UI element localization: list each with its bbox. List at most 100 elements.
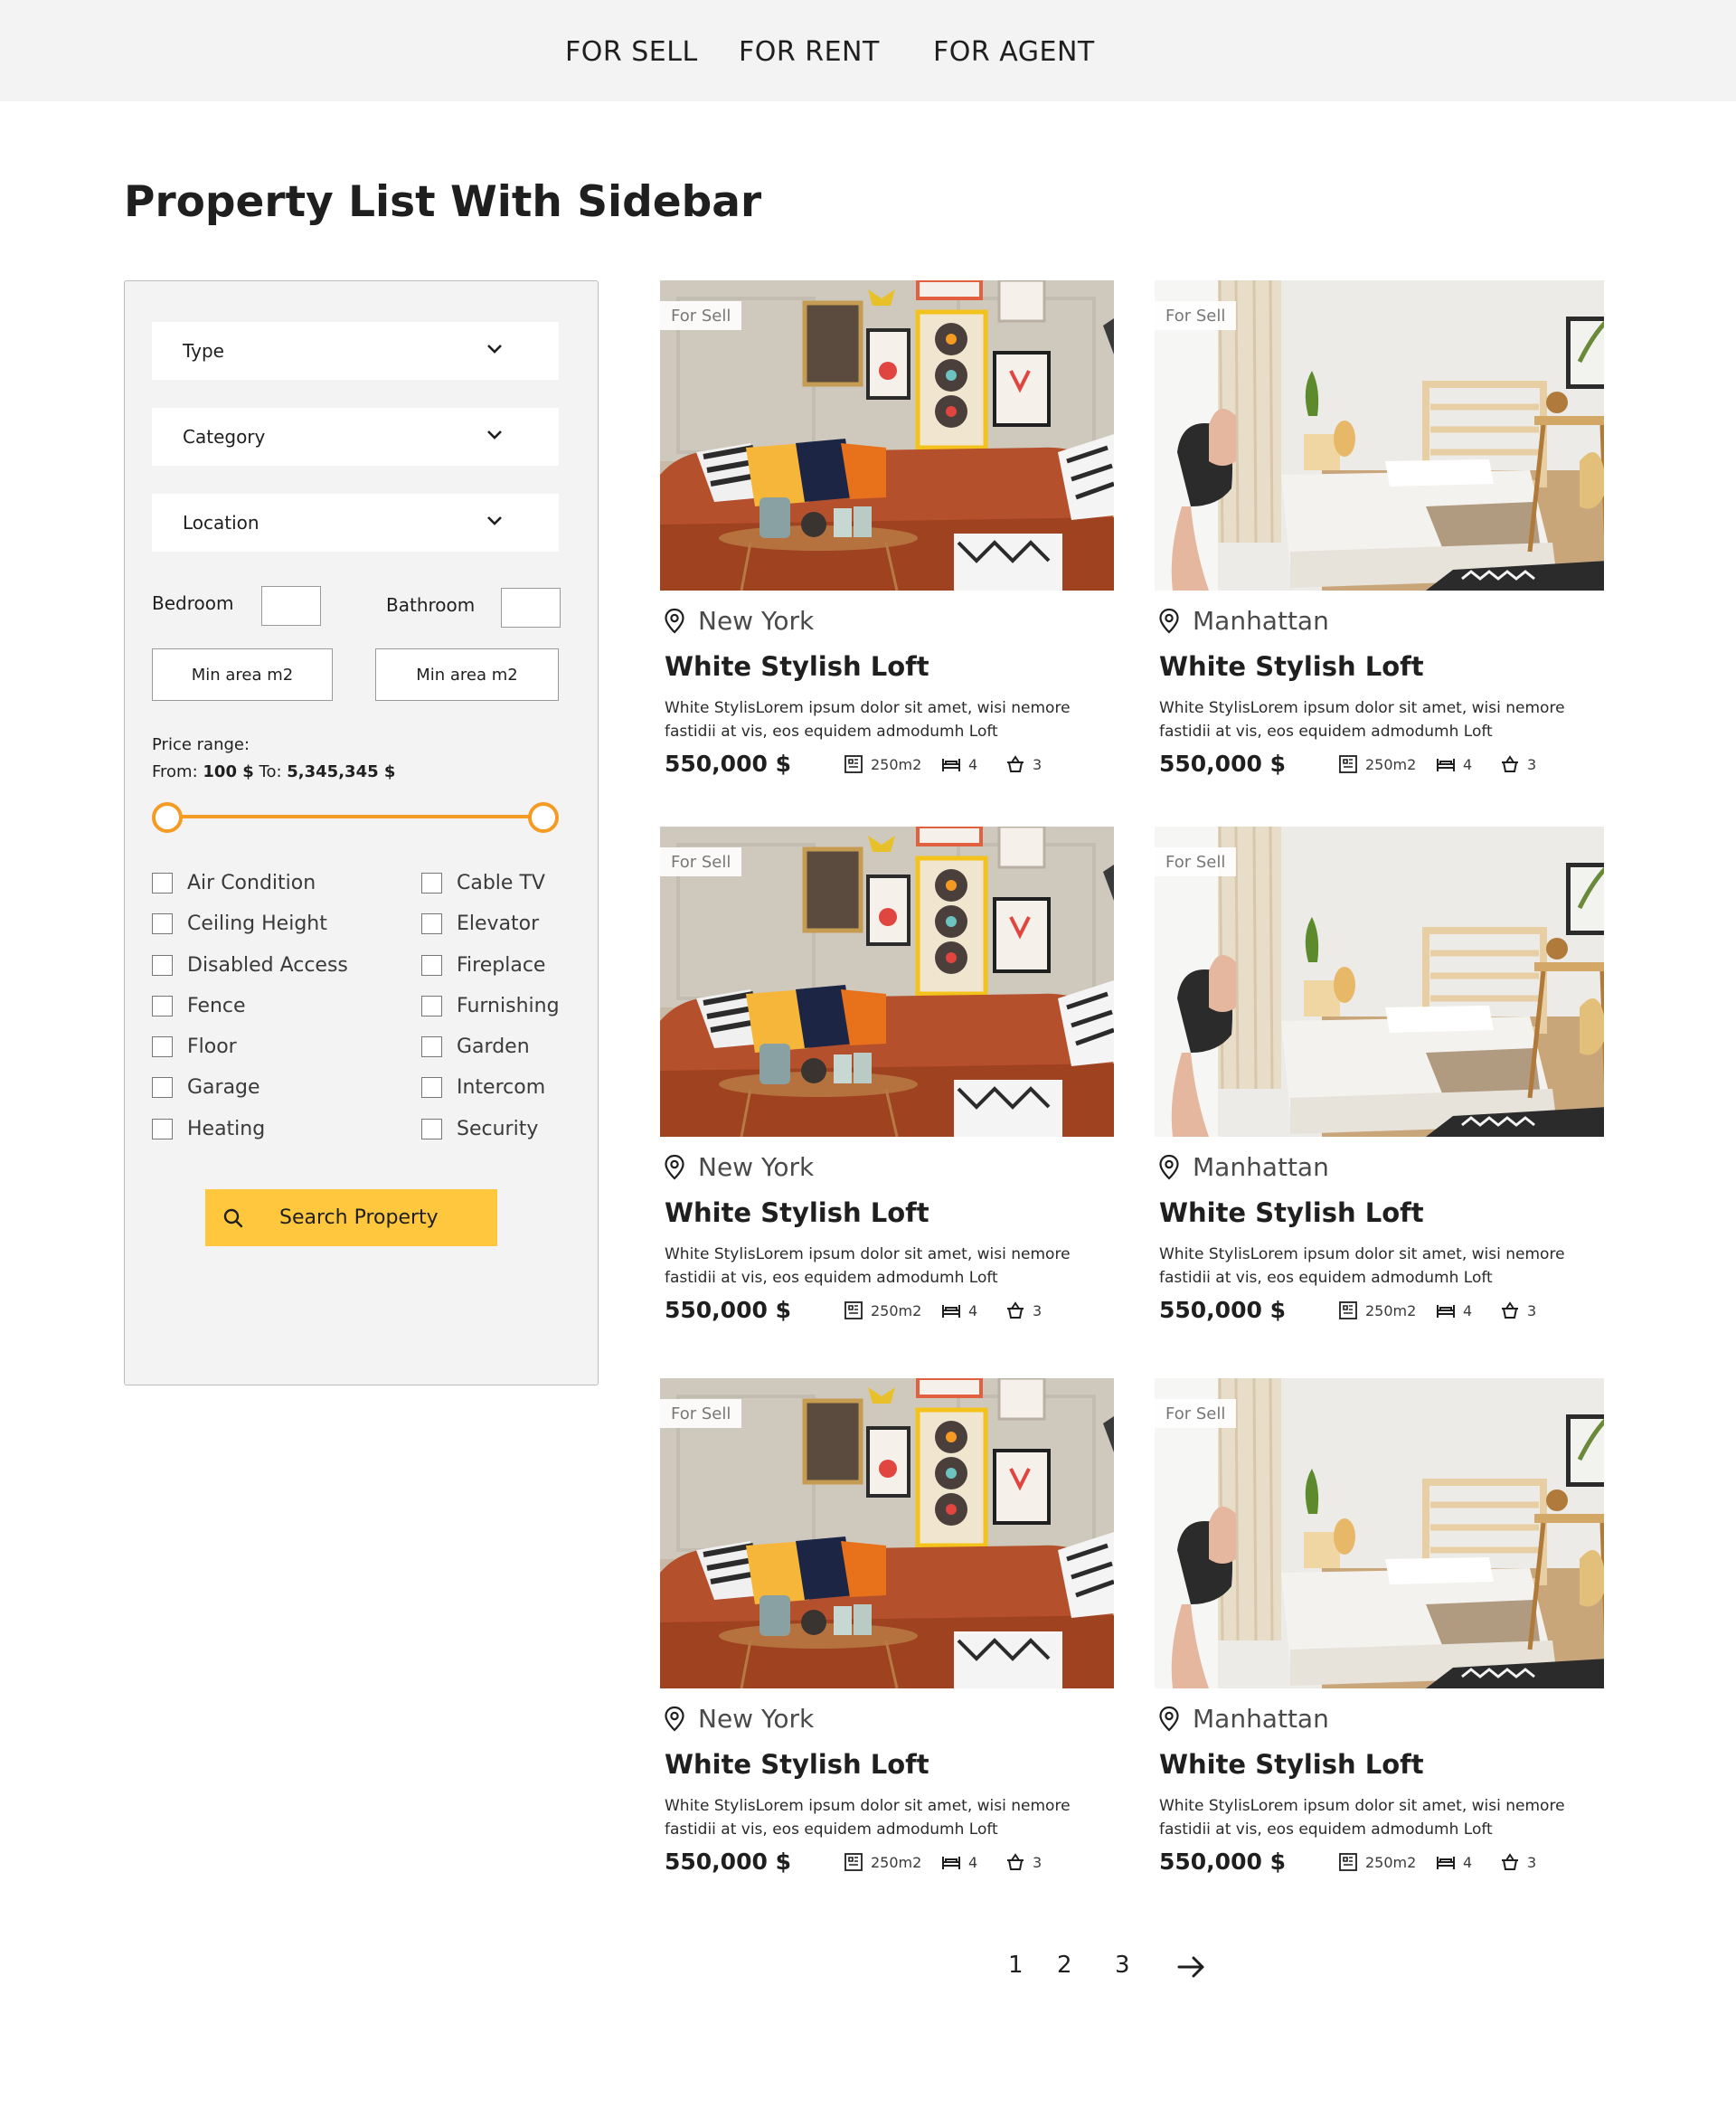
nav-for-agent[interactable]: FOR AGENT [933,36,1095,68]
min-area-input-2[interactable] [375,648,559,701]
price-slider-max-handle[interactable] [528,802,559,833]
property-title[interactable]: White Stylish Loft [1159,1749,1424,1780]
chevron-down-icon [487,345,502,354]
amenity-checkbox[interactable]: Cable TV [421,869,545,896]
amenity-checkbox[interactable]: Ceiling Height [152,910,327,937]
bath-icon [1502,1301,1518,1319]
status-badge: For Sell [1155,1399,1237,1428]
status-badge: For Sell [660,301,742,330]
location-pin-icon [665,1706,684,1732]
checkbox[interactable] [152,1118,173,1139]
bed-icon [942,1305,960,1318]
amenity-label: Cable TV [457,871,545,894]
checkbox[interactable] [152,1035,173,1057]
checkbox[interactable] [421,912,442,934]
property-title[interactable]: White Stylish Loft [665,651,929,682]
amenity-checkbox[interactable]: Air Condition [152,869,316,896]
amenity-checkbox[interactable]: Heating [152,1115,265,1142]
bed-feature: 4 [941,1300,977,1320]
nav-for-sell[interactable]: FOR SELL [565,36,698,68]
property-card[interactable]: For Sell New York White Stylish Loft White … [660,827,1114,1369]
property-card[interactable]: For Sell Manhattan White Stylish Loft White… [1155,1378,1604,1921]
bed-feature: 4 [1436,1300,1472,1320]
checkbox[interactable] [421,995,442,1016]
amenity-checkbox[interactable]: Intercom [421,1073,545,1101]
search-property-button[interactable]: Search Property [205,1189,497,1246]
chevron-down-icon [487,516,502,525]
beds-value: 4 [1463,1301,1473,1319]
bedroom-input[interactable] [261,586,321,626]
bedroom-photo[interactable]: For Sell [1155,280,1604,591]
amenity-checkbox[interactable]: Fence [152,992,246,1019]
type-select[interactable]: Type [152,322,559,380]
living-room-photo[interactable]: For Sell [660,280,1114,591]
property-location: New York [664,1152,814,1182]
bath-feature: 3 [1500,1300,1536,1320]
top-nav: FOR SELL FOR RENT FOR AGENT [0,0,1736,101]
price-slider-track[interactable] [168,815,546,818]
amenity-label: Intercom [457,1075,546,1099]
checkbox[interactable] [421,872,442,894]
amenity-checkbox[interactable]: Security [421,1115,538,1142]
page-1[interactable]: 1 [1008,1952,1024,1979]
property-description: White StylisLorem ipsum dolor sit amet, … [1159,699,1565,741]
page-2[interactable]: 2 [1057,1952,1072,1979]
bedroom-photo[interactable]: For Sell [1155,827,1604,1137]
beds-value: 4 [968,755,978,773]
checkbox[interactable] [152,912,173,934]
checkbox[interactable] [152,872,173,894]
area-icon [844,1853,863,1871]
price-slider-min-handle[interactable] [152,802,183,833]
price-range-values: From: 100 $ To: 5,345,345 $ [152,759,395,786]
area-feature: 250m2 [1338,1852,1416,1872]
location-pin-icon [1159,608,1179,634]
checkbox[interactable] [152,954,173,976]
property-card[interactable]: For Sell Manhattan White Stylish Loft White… [1155,827,1604,1369]
amenity-checkbox[interactable]: Furnishing [421,992,560,1019]
amenity-checkbox[interactable]: Elevator [421,910,539,937]
location-select[interactable]: Location [152,494,559,552]
nav-for-rent[interactable]: FOR RENT [739,36,880,68]
amenity-checkbox[interactable]: Fireplace [421,951,545,979]
bath-feature: 3 [1005,1852,1042,1872]
baths-value: 3 [1033,1301,1043,1319]
amenity-checkbox[interactable]: Disabled Access [152,951,348,979]
amenity-checkbox[interactable]: Garden [421,1033,530,1060]
amenity-checkbox[interactable]: Floor [152,1033,237,1060]
page-3[interactable]: 3 [1115,1952,1130,1979]
amenity-checkbox[interactable]: Garage [152,1073,260,1101]
property-title[interactable]: White Stylish Loft [1159,1197,1424,1228]
checkbox[interactable] [421,1035,442,1057]
bedroom-photo[interactable]: For Sell [1155,1378,1604,1688]
min-area-input[interactable] [152,648,333,701]
bath-icon [1502,1853,1518,1870]
arrow-right-icon[interactable] [1177,1955,1206,1979]
property-title[interactable]: White Stylish Loft [665,1197,929,1228]
checkbox[interactable] [421,954,442,976]
property-card[interactable]: For Sell New York White Stylish Loft White … [660,1378,1114,1921]
property-title[interactable]: White Stylish Loft [665,1749,929,1780]
property-price: 550,000 $ [1159,751,1286,777]
search-property-label: Search Property [279,1206,439,1229]
living-room-photo[interactable]: For Sell [660,1378,1114,1688]
checkbox[interactable] [152,995,173,1016]
status-badge: For Sell [660,1399,742,1428]
area-feature: 250m2 [1338,754,1416,774]
checkbox[interactable] [152,1076,173,1098]
checkbox[interactable] [421,1118,442,1139]
status-badge: For Sell [1155,301,1237,330]
baths-value: 3 [1033,1853,1043,1871]
bath-feature: 3 [1005,754,1042,774]
property-title[interactable]: White Stylish Loft [1159,651,1424,682]
bathroom-input[interactable] [501,588,561,628]
living-room-photo[interactable]: For Sell [660,827,1114,1137]
bath-icon [1007,1301,1024,1319]
checkbox[interactable] [421,1076,442,1098]
property-card[interactable]: For Sell New York White Stylish Loft White … [660,280,1114,823]
status-badge: For Sell [1155,847,1237,876]
area-feature: 250m2 [844,1300,921,1320]
category-select[interactable]: Category [152,408,559,466]
property-description: White StylisLorem ipsum dolor sit amet, … [665,699,1071,741]
property-card[interactable]: For Sell Manhattan White Stylish Loft White… [1155,280,1604,823]
bath-feature: 3 [1005,1300,1042,1320]
